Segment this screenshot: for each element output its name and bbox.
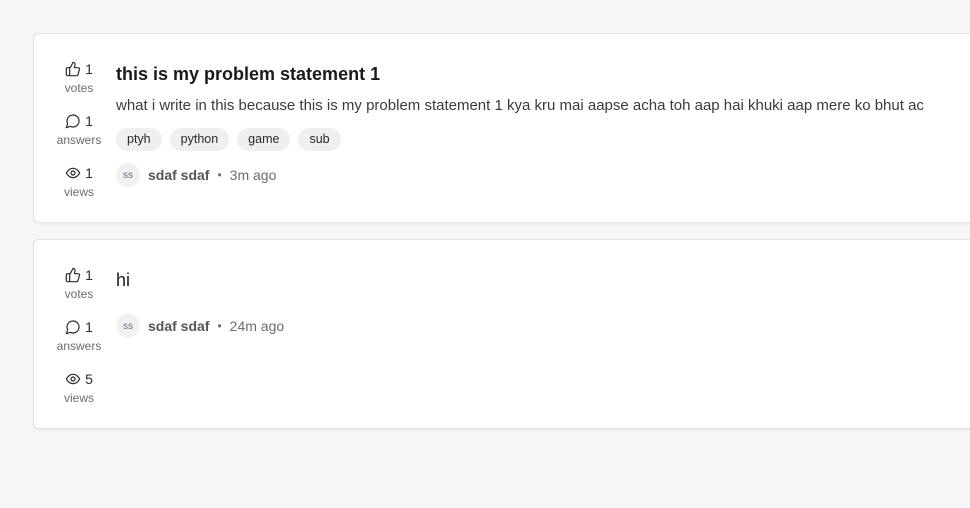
question-content: this is my problem statement 1 what i wr… (116, 62, 970, 187)
votes-stat: 1 votes (54, 60, 104, 112)
tag-list: ptyh python game sub (116, 128, 970, 151)
question-content: hi ss sdaf sdaf • 24m ago (116, 268, 970, 338)
question-stats: 1 votes 1 answers 1 views (54, 60, 104, 216)
votes-count: 1 (85, 61, 93, 77)
votes-label: votes (64, 287, 94, 301)
tag-chip[interactable]: game (237, 128, 291, 151)
votes-stat: 1 votes (54, 266, 104, 318)
question-title[interactable]: hi (116, 268, 970, 292)
views-label: views (63, 185, 94, 199)
answers-count: 1 (85, 319, 93, 335)
question-meta: ss sdaf sdaf • 24m ago (116, 314, 970, 338)
meta-separator: • (217, 319, 222, 333)
views-label: views (63, 391, 94, 405)
eye-icon (65, 371, 81, 387)
author-name[interactable]: sdaf sdaf (148, 167, 209, 183)
question-card[interactable]: 1 votes 1 answers 5 views hi ss sdaf sda… (33, 239, 970, 429)
avatar[interactable]: ss (116, 314, 140, 338)
chat-bubble-icon (65, 319, 81, 335)
thumbs-up-icon[interactable] (65, 267, 81, 283)
views-count: 5 (85, 371, 93, 387)
tag-chip[interactable]: ptyh (116, 128, 162, 151)
author-name[interactable]: sdaf sdaf (148, 318, 209, 334)
question-stats: 1 votes 1 answers 5 views (54, 266, 104, 422)
question-meta: ss sdaf sdaf • 3m ago (116, 163, 970, 187)
views-stat: 5 views (54, 370, 104, 422)
answers-stat: 1 answers (54, 112, 104, 164)
answers-label: answers (56, 339, 102, 353)
question-title[interactable]: this is my problem statement 1 (116, 62, 970, 86)
answers-stat: 1 answers (54, 318, 104, 370)
posted-time: 24m ago (229, 318, 285, 334)
views-count: 1 (85, 165, 93, 181)
answers-label: answers (56, 133, 102, 147)
posted-time: 3m ago (229, 167, 277, 183)
avatar[interactable]: ss (116, 163, 140, 187)
views-stat: 1 views (54, 164, 104, 216)
question-excerpt: what i write in this because this is my … (116, 97, 924, 114)
meta-separator: • (217, 168, 222, 182)
chat-bubble-icon (65, 113, 81, 129)
thumbs-up-icon[interactable] (65, 61, 81, 77)
tag-chip[interactable]: python (169, 128, 230, 151)
votes-label: votes (64, 81, 94, 95)
eye-icon (65, 165, 81, 181)
tag-chip[interactable]: sub (298, 128, 341, 151)
votes-count: 1 (85, 267, 93, 283)
answers-count: 1 (85, 113, 93, 129)
question-feed: 1 votes 1 answers 1 views this is my pro… (33, 33, 970, 429)
question-card[interactable]: 1 votes 1 answers 1 views this is my pro… (33, 33, 970, 223)
